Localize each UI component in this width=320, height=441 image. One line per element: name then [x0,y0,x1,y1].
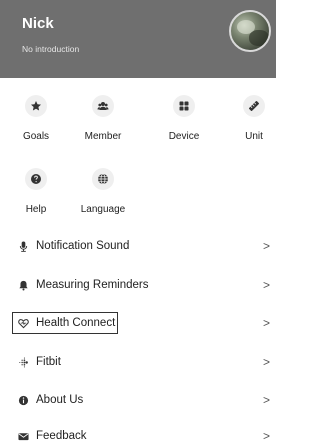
grid-item-member[interactable]: Member [73,95,133,142]
grid-item-goals[interactable]: Goals [6,95,66,142]
profile-intro: No introduction [22,44,80,54]
grid-item-device[interactable]: Device [154,95,214,142]
globe-icon [92,168,114,190]
list-label-notification-sound: Notification Sound [36,240,130,252]
list-item-feedback[interactable]: Feedback > [0,422,276,441]
grid-label-member: Member [84,131,122,142]
question-icon [25,168,47,190]
list-item-notification-sound[interactable]: Notification Sound > [0,232,276,260]
chevron-right-icon: > [262,393,270,407]
bell-icon [16,278,30,292]
list-label-health-connect: Health Connect [36,317,116,329]
list-label-about-us: About Us [36,394,84,406]
mail-icon [16,429,30,441]
fitbit-icon [16,355,30,369]
grid-label-help: Help [25,204,47,215]
ruler-icon [243,95,265,117]
list-item-about-us[interactable]: About Us > [0,386,276,414]
list-item-health-connect[interactable]: Health Connect > [0,309,276,337]
grid-item-language[interactable]: Language [73,168,133,215]
grid-item-help[interactable]: Help [6,168,66,215]
chevron-right-icon: > [262,316,270,330]
chevron-right-icon: > [262,429,270,441]
grid-item-unit[interactable]: Unit [224,95,284,142]
list-label-fitbit: Fitbit [36,356,61,368]
list-label-feedback: Feedback [36,430,87,441]
list-item-fitbit[interactable]: Fitbit > [0,348,276,376]
chevron-right-icon: > [262,355,270,369]
grid-label-unit: Unit [245,131,263,142]
grid-label-language: Language [80,204,126,215]
info-icon [16,393,30,407]
star-icon [25,95,47,117]
profile-header[interactable]: Nick No introduction [0,0,276,78]
health-connect-icon [16,316,30,330]
members-icon [92,95,114,117]
list-label-measuring-reminders: Measuring Reminders [36,279,149,291]
profile-name: Nick [22,15,54,32]
grid-label-goals: Goals [22,131,50,142]
device-grid-icon [173,95,195,117]
microphone-icon [16,239,30,253]
avatar[interactable] [229,10,271,52]
grid-label-device: Device [168,131,200,142]
chevron-right-icon: > [262,239,270,253]
chevron-right-icon: > [262,278,270,292]
list-item-measuring-reminders[interactable]: Measuring Reminders > [0,271,276,299]
